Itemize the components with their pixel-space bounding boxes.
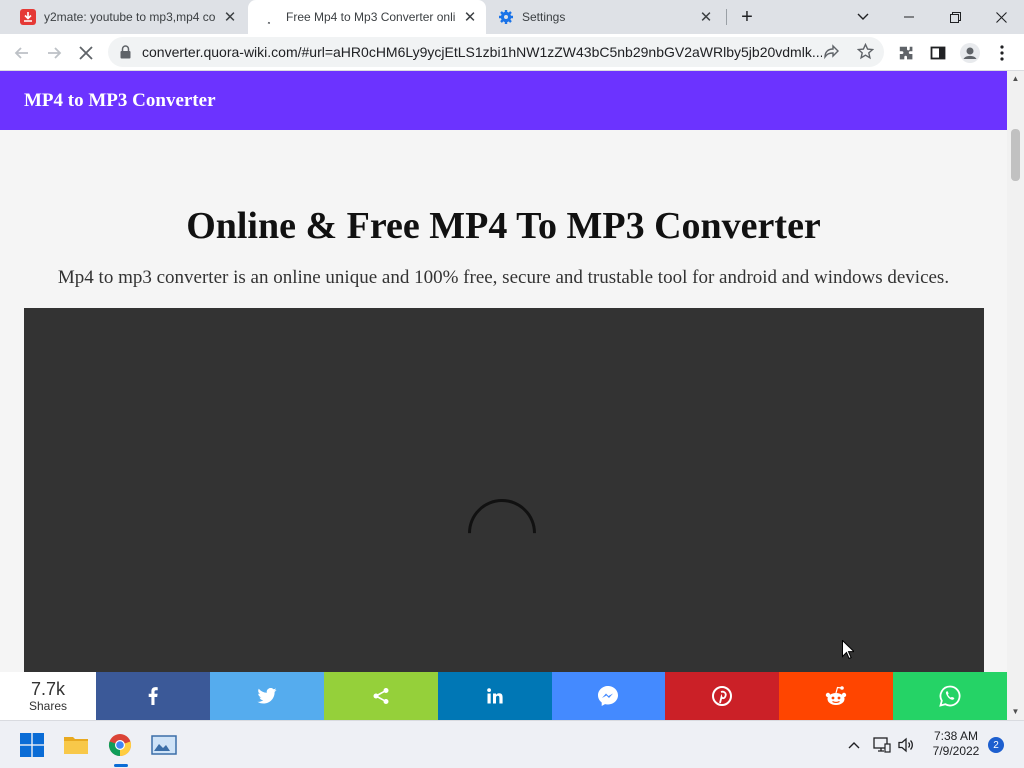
pinterest-icon: [712, 686, 733, 706]
clock-date: 7/9/2022: [932, 744, 980, 758]
notification-badge[interactable]: 2: [988, 737, 1004, 753]
pinterest-share-button[interactable]: [665, 672, 780, 720]
twitter-share-button[interactable]: [209, 672, 324, 720]
close-tab-icon[interactable]: ✕: [698, 9, 714, 26]
tab-converter[interactable]: Free Mp4 to Mp3 Converter onli ✕: [248, 0, 486, 34]
messenger-share-button[interactable]: [551, 672, 666, 720]
messenger-icon: [598, 686, 619, 706]
mouse-cursor-icon: [842, 639, 856, 664]
tab-strip: y2mate: youtube to mp3,mp4 co ✕ Free Mp4…: [0, 0, 1024, 34]
whatsapp-icon: [939, 685, 961, 707]
site-brand-link[interactable]: MP4 to MP3 Converter: [24, 71, 216, 130]
social-share-bar: 7.7k Shares: [0, 672, 1007, 720]
bookmark-star-icon[interactable]: [856, 42, 875, 65]
page-title: Online & Free MP4 To MP3 Converter: [186, 205, 821, 247]
lock-icon[interactable]: [120, 45, 131, 64]
tab-title: Settings: [522, 10, 566, 24]
twitter-icon: [257, 688, 277, 704]
gear-icon: [498, 9, 514, 25]
site-navbar: MP4 to MP3 Converter: [0, 71, 1007, 130]
windows-taskbar: 7:38 AM 7/9/2022 2: [0, 720, 1024, 768]
clock-time: 7:38 AM: [933, 729, 979, 743]
address-bar[interactable]: converter.quora-wiki.com/#url=aHR0cHM6Ly…: [108, 37, 884, 67]
close-window-button[interactable]: [978, 0, 1024, 34]
linkedin-share-button[interactable]: [437, 672, 552, 720]
share-button[interactable]: [323, 672, 438, 720]
converter-frame[interactable]: [24, 308, 984, 720]
page-subtitle: Mp4 to mp3 converter is an online unique…: [57, 267, 950, 288]
system-clock[interactable]: 7:38 AM 7/9/2022: [920, 729, 992, 759]
share-count-label: Shares: [28, 699, 68, 713]
loading-spinner-icon: [453, 484, 551, 582]
close-tab-icon[interactable]: ✕: [222, 9, 238, 26]
facebook-share-button[interactable]: [96, 672, 210, 720]
forward-button[interactable]: [40, 39, 68, 67]
page-scrollbar[interactable]: ▲ ▼: [1007, 71, 1024, 720]
side-panel-icon[interactable]: [924, 39, 952, 67]
scrollbar-thumb[interactable]: [1011, 129, 1020, 181]
back-button[interactable]: [8, 39, 36, 67]
scroll-up-arrow-icon[interactable]: ▲: [1007, 71, 1024, 85]
windows-start-icon[interactable]: [16, 729, 48, 761]
download-icon: [20, 9, 36, 25]
chrome-icon[interactable]: [104, 729, 136, 761]
scroll-down-arrow-icon[interactable]: ▼: [1007, 704, 1024, 718]
reddit-share-button[interactable]: [779, 672, 894, 720]
extensions-icon[interactable]: [892, 39, 920, 67]
tab-title: y2mate: youtube to mp3,mp4 co: [44, 10, 216, 24]
share-count: 7.7k Shares: [0, 672, 96, 720]
file-explorer-icon[interactable]: [60, 729, 92, 761]
tab-settings[interactable]: Settings ✕: [490, 0, 722, 34]
volume-icon[interactable]: [890, 729, 922, 761]
close-tab-icon[interactable]: ✕: [462, 9, 478, 26]
stop-loading-button[interactable]: [72, 39, 100, 67]
share-page-icon[interactable]: [824, 44, 840, 65]
active-app-indicator: [114, 764, 128, 767]
photos-app-icon[interactable]: [148, 729, 180, 761]
restore-button[interactable]: [932, 0, 978, 34]
loading-icon: [262, 9, 278, 25]
tab-title: Free Mp4 to Mp3 Converter onli: [286, 10, 456, 24]
share-icon: [373, 688, 389, 704]
browser-toolbar: converter.quora-wiki.com/#url=aHR0cHM6Ly…: [0, 34, 1024, 71]
tab-search-button[interactable]: [840, 0, 886, 34]
new-tab-button[interactable]: +: [724, 0, 770, 34]
url-text: converter.quora-wiki.com/#url=aHR0cHM6Ly…: [142, 44, 822, 60]
share-count-number: 7.7k: [30, 679, 66, 699]
facebook-icon: [148, 687, 158, 705]
profile-avatar-icon[interactable]: [956, 39, 984, 67]
tab-y2mate[interactable]: y2mate: youtube to mp3,mp4 co ✕: [12, 0, 246, 34]
whatsapp-share-button[interactable]: [893, 672, 1007, 720]
menu-kebab-icon[interactable]: [988, 39, 1016, 67]
linkedin-icon: [486, 688, 503, 704]
minimize-button[interactable]: [886, 0, 932, 34]
web-page: MP4 to MP3 Converter Online & Free MP4 T…: [0, 71, 1007, 720]
reddit-icon: [825, 686, 847, 705]
